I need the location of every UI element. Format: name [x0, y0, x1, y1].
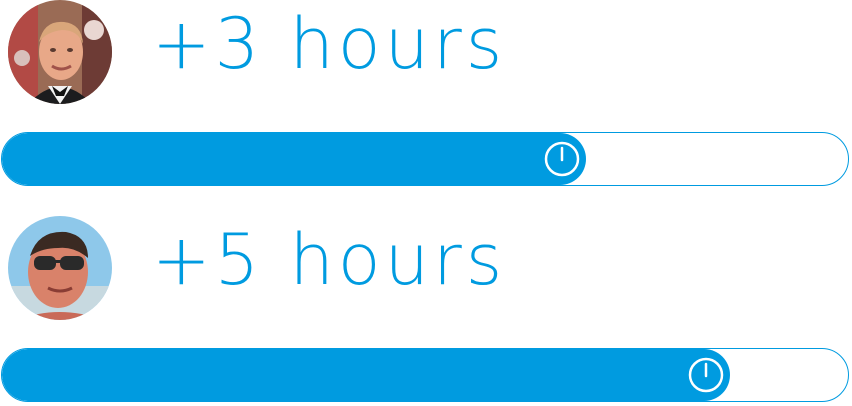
progress-track[interactable] [1, 348, 849, 402]
avatar[interactable] [8, 216, 112, 320]
progress-fill [2, 133, 586, 185]
time-entry-2: +5 hours [0, 216, 852, 406]
avatar-photo [8, 0, 112, 104]
time-entry-1: +3 hours [0, 0, 852, 190]
avatar[interactable] [8, 0, 112, 104]
progress-fill [2, 349, 730, 401]
clock-icon[interactable] [542, 139, 582, 179]
avatar-photo [8, 216, 112, 320]
hours-label: +3 hours [152, 3, 507, 85]
hours-label: +5 hours [152, 219, 507, 301]
clock-icon[interactable] [686, 355, 726, 395]
progress-track[interactable] [1, 132, 849, 186]
